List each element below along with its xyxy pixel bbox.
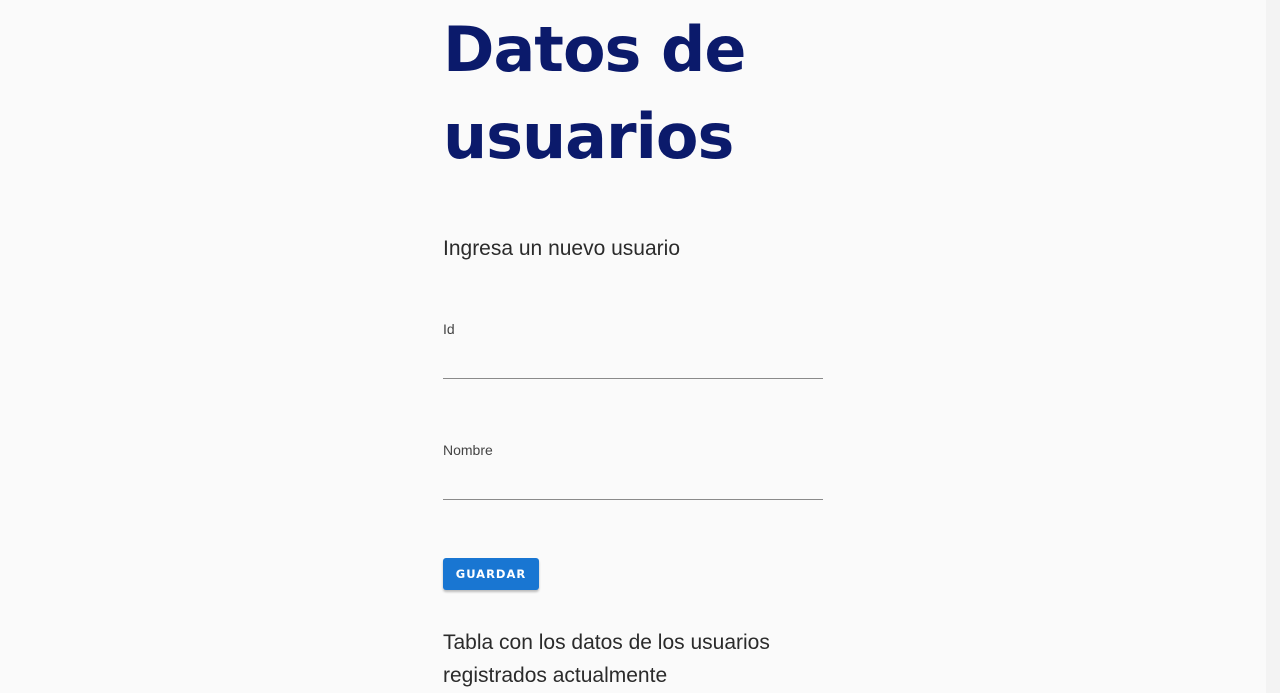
save-button[interactable]: GUARDAR bbox=[443, 558, 539, 590]
nombre-input[interactable] bbox=[443, 466, 823, 500]
form-heading: Ingresa un nuevo usuario bbox=[443, 237, 680, 260]
id-field-label: Id bbox=[443, 321, 455, 337]
page-title: Datos de usuarios bbox=[443, 13, 746, 173]
scrollbar-track[interactable] bbox=[1266, 0, 1280, 693]
page: Datos de usuarios Ingresa un nuevo usuar… bbox=[0, 0, 1280, 693]
nombre-field: Nombre bbox=[443, 442, 823, 502]
nombre-field-label: Nombre bbox=[443, 442, 493, 458]
table-heading: Tabla con los datos de los usuarios regi… bbox=[443, 631, 770, 687]
id-field: Id bbox=[443, 321, 823, 381]
id-input[interactable] bbox=[443, 345, 823, 379]
